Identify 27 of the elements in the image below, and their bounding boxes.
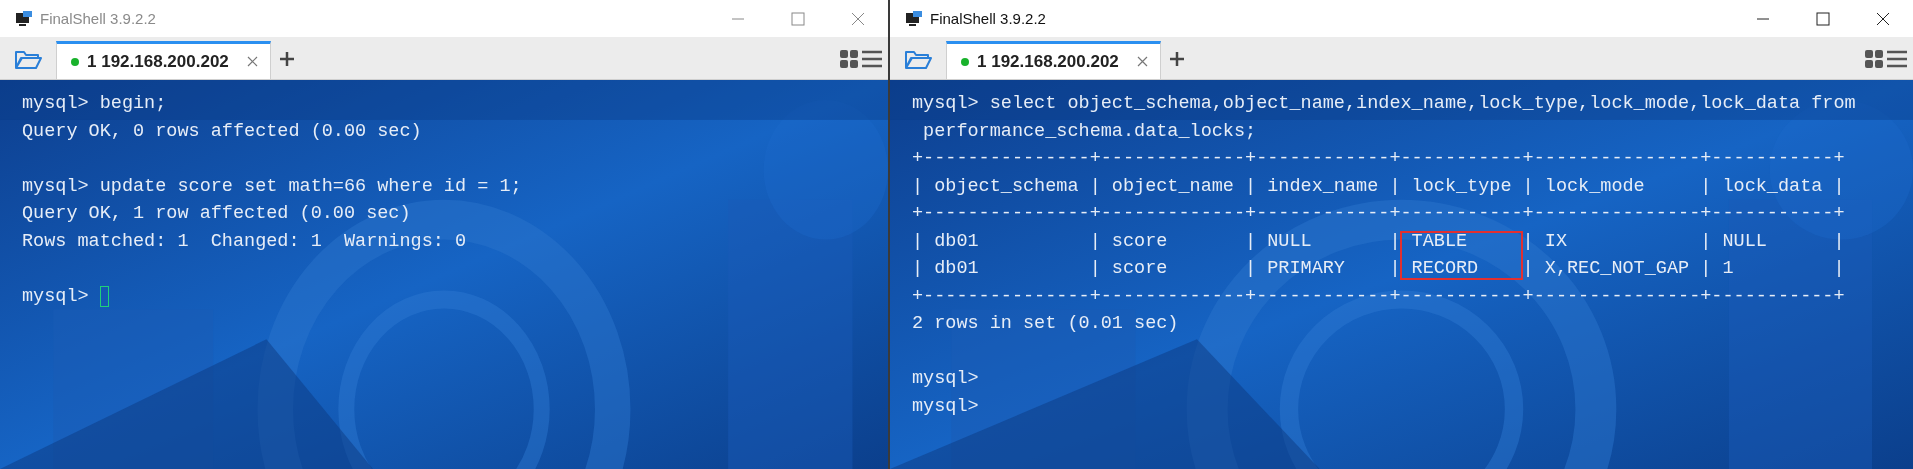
terminal-line: +---------------+-------------+------------+-----------+---------------+-----------+ xyxy=(912,202,1845,226)
session-tab[interactable]: 1 192.168.200.202 xyxy=(946,41,1161,79)
terminal-line: +---------------+-------------+------------+-----------+---------------+-----------+ xyxy=(912,147,1845,171)
window-title: FinalShell 3.9.2.2 xyxy=(40,10,157,27)
terminal-line: | object_schema | object_name | index_name | lock_type | lock_mode | lock_data | xyxy=(912,174,1845,199)
terminal-line: | db01 | score | NULL | TABLE | IX | NULL | xyxy=(912,229,1845,254)
terminal-line: mysql> xyxy=(912,367,979,391)
terminal-line: Query OK, 0 rows affected (0.00 sec) xyxy=(22,119,422,144)
terminal-line: mysql> xyxy=(22,284,89,309)
app-icon xyxy=(16,10,32,27)
terminal-line: performance_schema.data_locks; xyxy=(922,119,1257,144)
window-title: FinalShell 3.9.2.2 xyxy=(930,10,1047,27)
terminal-line: mysql> begin; xyxy=(22,92,167,116)
plus-icon[interactable] xyxy=(1168,51,1185,67)
terminal-line: | db01 | score | PRIMARY | RECORD | X,REC_NOT_GAP | 1 | xyxy=(912,257,1845,281)
terminal-line: Rows matched: 1 Changed: 1 Warnings: 0 xyxy=(22,229,467,254)
session-tab[interactable]: 1 192.168.200.202 xyxy=(56,41,271,79)
terminal-line: mysql> xyxy=(912,394,979,419)
close-icon[interactable] xyxy=(1876,11,1890,26)
terminal-line: mysql> update score set math=66 where id = 1; xyxy=(22,174,522,199)
maximize-icon[interactable] xyxy=(1816,11,1830,26)
terminal-line: Query OK, 1 row affected (0.00 sec) xyxy=(22,202,411,226)
terminal-line: +---------------+-------------+------------+-----------+---------------+-----------+ xyxy=(912,284,1845,309)
plus-icon[interactable] xyxy=(278,51,295,67)
terminal-line: mysql> select object_schema,object_name,index_name,lock_type,lock_mode,lock_data from xyxy=(912,92,1856,116)
terminal-line: 2 rows in set (0.01 sec) xyxy=(912,312,1179,336)
app-icon xyxy=(906,10,922,27)
